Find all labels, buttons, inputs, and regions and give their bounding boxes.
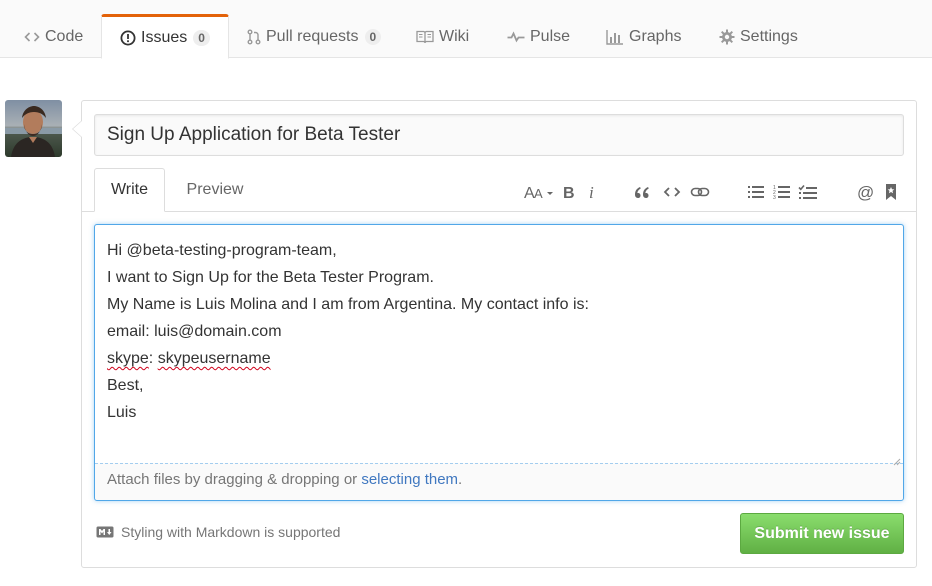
tab-label: Pulse xyxy=(530,27,571,45)
timeline-arrow-fill xyxy=(73,121,82,137)
body-line: Best, xyxy=(107,377,144,394)
svg-text:A: A xyxy=(534,186,543,201)
body-line: Hi @beta-testing-program-team, xyxy=(107,242,337,259)
italic-icon: i xyxy=(589,183,594,201)
body-line: Luis xyxy=(107,404,137,421)
svg-text:i: i xyxy=(589,183,594,201)
ordered-list-icon: 123 xyxy=(773,185,790,200)
issue-title-input[interactable] xyxy=(94,114,904,156)
tab-preview[interactable]: Preview xyxy=(165,168,265,212)
tab-issues[interactable]: Issues 0 xyxy=(101,14,229,59)
bookmark-icon xyxy=(886,184,896,200)
avatar[interactable] xyxy=(5,100,62,157)
tab-write[interactable]: Write xyxy=(94,168,165,212)
body-text-separator: : xyxy=(148,350,158,367)
code-button[interactable] xyxy=(662,180,682,204)
body-line: My Name is Luis Molina and I am from Arg… xyxy=(107,296,589,313)
misspelled-word: skype xyxy=(107,350,149,367)
pulse-icon xyxy=(507,29,525,45)
unordered-list-icon xyxy=(748,186,764,198)
bold-button[interactable]: B xyxy=(561,180,577,204)
comment-body-field[interactable]: Hi @beta-testing-program-team, I want to… xyxy=(94,224,904,501)
attach-text: Attach files by dragging & dropping or xyxy=(107,471,362,488)
body-line: skype: skypeusername xyxy=(107,345,891,372)
resize-handle-icon[interactable] xyxy=(893,453,901,466)
body-line: I want to Sign Up for the Beta Tester Pr… xyxy=(107,269,434,286)
quote-button[interactable] xyxy=(632,180,652,204)
quote-icon xyxy=(635,187,649,198)
mention-icon: @ xyxy=(857,183,874,201)
tab-label: Wiki xyxy=(439,27,470,45)
svg-text:B: B xyxy=(563,185,575,201)
task-list-button[interactable] xyxy=(797,180,819,204)
tab-label: Code xyxy=(45,27,84,45)
tab-label: Issues xyxy=(141,28,188,46)
tab-graphs[interactable]: Graphs xyxy=(606,14,681,59)
ordered-list-button[interactable]: 123 xyxy=(772,180,792,204)
task-list-icon xyxy=(798,184,817,199)
markdown-hint-text: Styling with Markdown is supported xyxy=(121,524,341,540)
saved-reply-button[interactable] xyxy=(883,180,899,204)
tab-settings[interactable]: Settings xyxy=(719,14,798,59)
tab-label: Graphs xyxy=(629,27,682,45)
svg-text:3: 3 xyxy=(773,195,776,200)
attach-files-hint: Attach files by dragging & dropping or s… xyxy=(107,471,462,488)
markdown-icon xyxy=(96,526,114,538)
link-icon xyxy=(690,187,710,197)
gear-icon xyxy=(719,29,735,45)
code-icon xyxy=(24,29,40,45)
issues-counter: 0 xyxy=(193,29,210,46)
issue-opened-icon xyxy=(120,30,136,46)
header-icon: A A xyxy=(524,185,553,201)
attach-suffix: . xyxy=(458,471,463,488)
unordered-list-button[interactable] xyxy=(746,180,766,204)
tab-pulse[interactable]: Pulse xyxy=(507,14,570,59)
misspelled-word: skypeusername xyxy=(157,350,271,367)
tab-label: Pull requests xyxy=(266,27,359,45)
link-button[interactable] xyxy=(689,180,711,204)
markdown-hint[interactable]: Styling with Markdown is supported xyxy=(96,524,340,540)
submit-new-issue-button[interactable]: Submit new issue xyxy=(740,513,904,554)
tab-pull-requests[interactable]: Pull requests 0 xyxy=(247,14,382,59)
tab-wiki[interactable]: Wiki xyxy=(416,14,469,59)
code-icon xyxy=(663,187,681,197)
svg-text:@: @ xyxy=(857,183,874,201)
graph-icon xyxy=(606,29,624,45)
drag-and-drop-divider xyxy=(95,463,903,464)
italic-button[interactable]: i xyxy=(585,180,599,204)
body-line: email: luis@domain.com xyxy=(107,323,282,340)
bold-icon: B xyxy=(563,185,575,201)
comment-textarea[interactable]: Hi @beta-testing-program-team, I want to… xyxy=(95,225,903,463)
header-button[interactable]: A A xyxy=(522,180,556,204)
repo-nav: Code Issues 0 Pull requests 0 Wiki Pulse… xyxy=(0,0,932,59)
tab-label: Settings xyxy=(740,27,798,45)
pull-requests-counter: 0 xyxy=(364,28,382,45)
mention-button[interactable]: @ xyxy=(855,180,875,204)
git-pull-request-icon xyxy=(247,29,261,45)
select-files-link[interactable]: selecting them xyxy=(361,471,458,488)
tab-code[interactable]: Code xyxy=(24,14,83,59)
book-icon xyxy=(416,29,434,45)
